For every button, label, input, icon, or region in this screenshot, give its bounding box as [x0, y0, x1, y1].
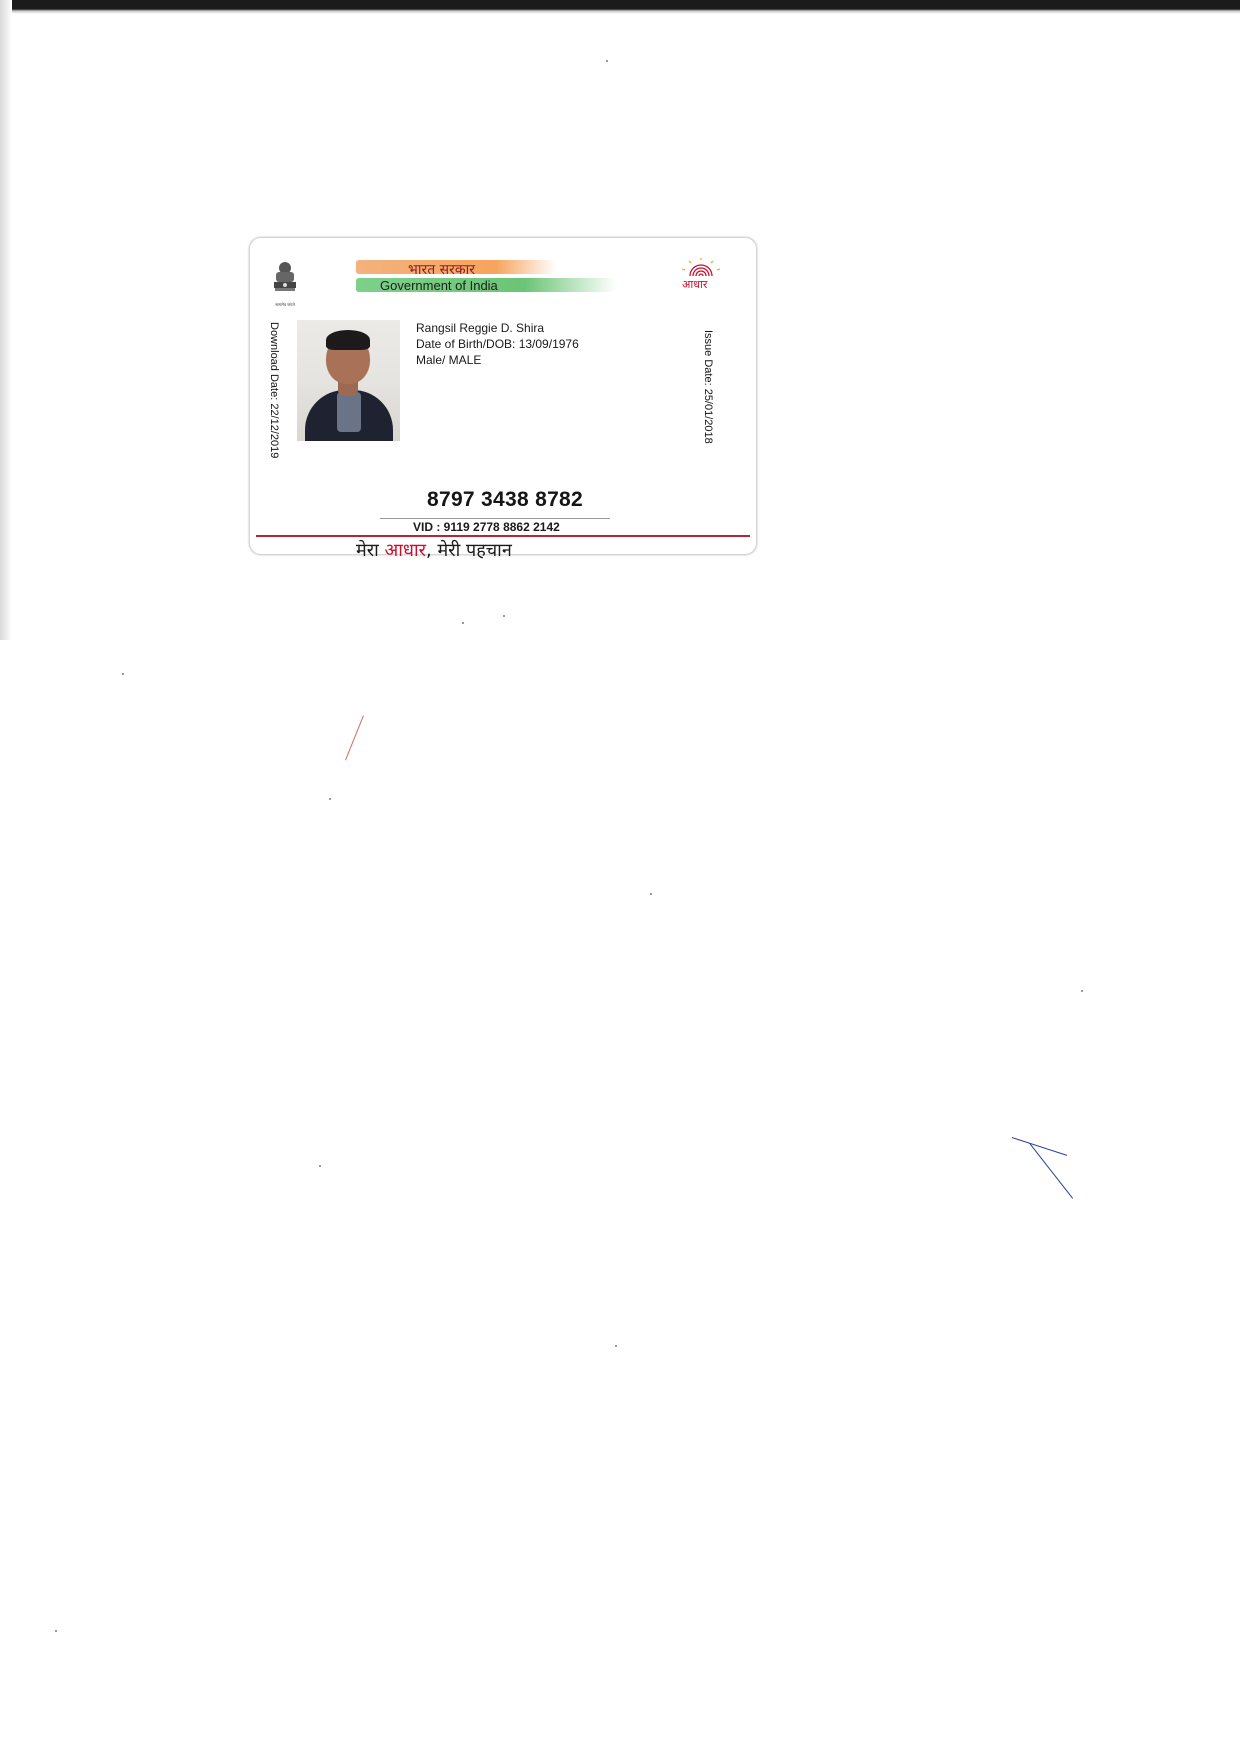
header-hindi: भारत सरकार — [408, 262, 475, 278]
scan-speck — [122, 673, 124, 675]
scan-stray-mark — [345, 715, 364, 761]
scan-top-edge — [0, 0, 1240, 14]
tagline-part-2: , मेरी पहचान — [426, 540, 512, 561]
scan-stray-mark — [1029, 1143, 1074, 1199]
header-english: Government of India — [380, 278, 498, 293]
scan-speck — [319, 1165, 321, 1167]
scan-speck — [329, 798, 331, 800]
national-emblem-icon — [274, 262, 296, 291]
virtual-id: VID : 9119 2778 8862 2142 — [413, 520, 560, 534]
download-date: Download Date: 22/12/2019 — [268, 322, 280, 459]
aadhaar-number: 8797 3438 8782 — [426, 488, 584, 511]
holder-details: Rangsil Reggie D. Shira Date of Birth/DO… — [416, 320, 579, 368]
holder-gender: Male/ MALE — [416, 353, 482, 367]
aadhaar-card: सत्यमेव जयते भारत सरकार Government of In… — [249, 237, 757, 561]
scan-left-edge — [0, 0, 12, 640]
number-underline — [380, 518, 610, 519]
emblem-caption: सत्यमेव जयते — [275, 302, 295, 307]
scan-speck — [503, 615, 505, 617]
scan-speck — [650, 893, 652, 895]
footer-divider — [256, 535, 750, 537]
scan-speck — [606, 60, 608, 62]
holder-name: Rangsil Reggie D. Shira — [416, 321, 545, 335]
aadhaar-logo-text: आधार — [682, 278, 708, 291]
scan-stray-mark — [1011, 1137, 1068, 1156]
tagline-part-1: मेरा — [356, 540, 385, 561]
tagline: मेरा आधार, मेरी पहचान — [356, 538, 512, 562]
holder-photo — [297, 320, 400, 441]
scan-speck — [1081, 990, 1083, 992]
holder-dob: Date of Birth/DOB: 13/09/1976 — [416, 337, 579, 351]
issue-date: Issue Date: 25/01/2018 — [702, 330, 714, 444]
scan-speck — [55, 1630, 57, 1632]
scan-speck — [462, 622, 464, 624]
tagline-accent: आधार — [384, 540, 427, 561]
scan-speck — [615, 1345, 617, 1347]
